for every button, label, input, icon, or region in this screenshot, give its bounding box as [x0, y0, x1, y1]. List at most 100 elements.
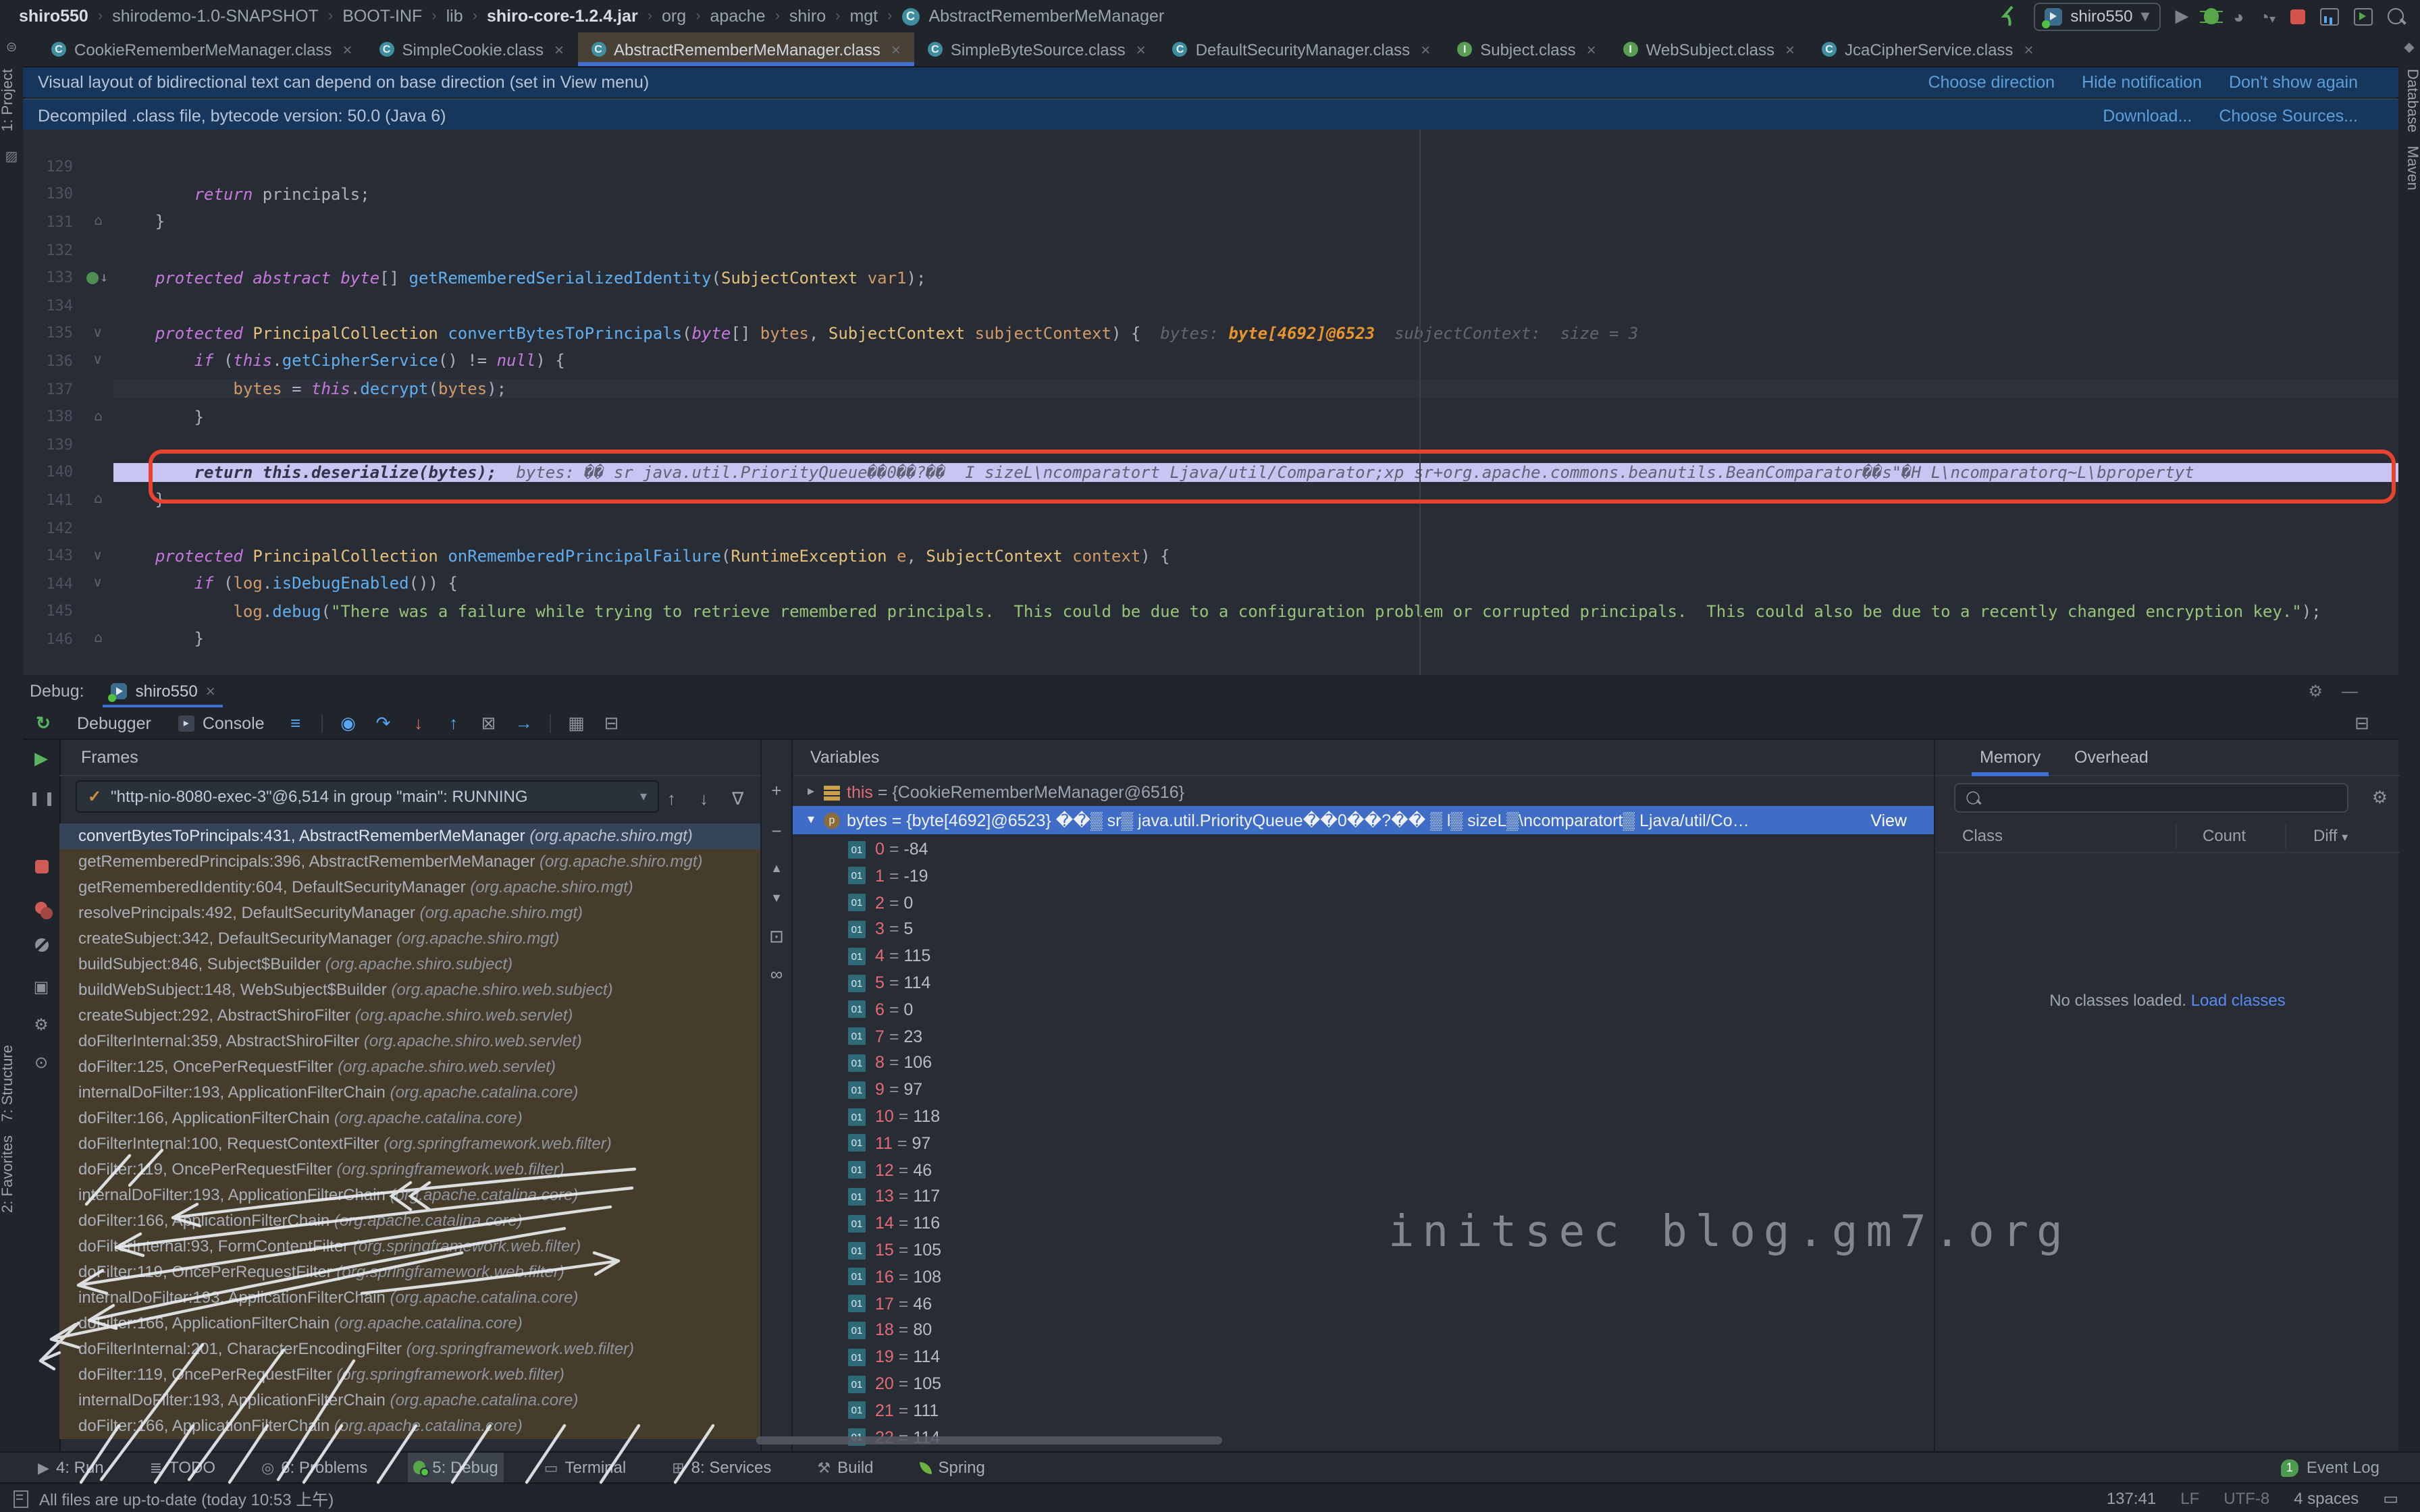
breadcrumb-item[interactable]: mgt [849, 7, 878, 26]
thread-selector[interactable]: ✓ "http-nio-8080-exec-3"@6,514 in group … [76, 780, 659, 813]
code-line[interactable]: 143∨ protected PrincipalCollection onRem… [23, 542, 2398, 570]
evaluate-expression-icon[interactable]: ▦ [559, 712, 594, 734]
breadcrumb[interactable]: shiro550›shirodemo-1.0-SNAPSHOT›BOOT-INF… [0, 7, 1164, 26]
stripe-label[interactable]: Maven [2398, 146, 2420, 190]
profiler-button[interactable]: ◔▾ [2259, 6, 2276, 26]
memory-search-input[interactable] [1954, 783, 2348, 813]
editor-tab[interactable]: CJcaCipherService.class× [1808, 32, 2047, 66]
code-line[interactable]: 138⌂ } [23, 403, 2398, 431]
banner-link[interactable]: Don't show again [2229, 73, 2358, 92]
frame-row[interactable]: createSubject:292, AbstractShiroFilter (… [59, 1003, 760, 1029]
step-into-icon[interactable]: ↓ [401, 713, 436, 733]
stop-icon[interactable] [23, 859, 59, 878]
prev-frame-icon[interactable]: ↑ [667, 788, 676, 809]
close-icon[interactable]: × [1785, 40, 1795, 59]
code-editor[interactable]: 129130 return principals;131⌂ }132133↓ p… [23, 130, 2398, 675]
stop-button[interactable] [2290, 9, 2305, 24]
add-watch-icon[interactable]: + [762, 780, 791, 801]
frame-row[interactable]: doFilter:166, ApplicationFilterChain (or… [59, 1106, 760, 1131]
frame-row[interactable]: doFilter:119, OncePerRequestFilter (org.… [59, 1362, 760, 1388]
fold-end-icon[interactable]: ⌂ [94, 493, 103, 508]
close-icon[interactable]: × [891, 40, 901, 59]
array-item-row[interactable]: 010 = -84 [793, 836, 1934, 863]
array-item-row[interactable]: 0116 = 108 [793, 1264, 1934, 1291]
layout-settings-icon[interactable]: ⊟ [2344, 712, 2379, 734]
frame-row[interactable]: createSubject:342, DefaultSecurityManage… [59, 926, 760, 952]
toolwindow-button-spring[interactable]: Spring [914, 1452, 991, 1483]
frame-row[interactable]: doFilter:119, OncePerRequestFilter (org.… [59, 1157, 760, 1183]
fold-start-icon[interactable]: ∨ [93, 548, 103, 563]
step-over-icon[interactable]: ↷ [366, 712, 401, 734]
navigate-back-icon[interactable] [1997, 5, 2019, 27]
close-icon[interactable]: × [1136, 40, 1146, 59]
breadcrumb-item[interactable]: lib [446, 7, 463, 26]
show-execution-point-icon[interactable]: ◉ [331, 712, 366, 734]
toolwindow-button-services[interactable]: ⊞8: Services [666, 1452, 777, 1483]
banner-link[interactable]: Download... [2103, 106, 2192, 125]
column-class[interactable]: Class [1962, 826, 2003, 845]
close-icon[interactable]: × [554, 40, 564, 59]
status-item[interactable]: LF [2180, 1489, 2199, 1508]
expand-icon[interactable]: ▸ [808, 784, 821, 799]
load-classes-link[interactable]: Load classes [2191, 991, 2286, 1010]
pause-icon[interactable] [23, 791, 59, 810]
step-out-icon[interactable]: ↑ [436, 713, 471, 733]
array-item-row[interactable]: 0112 = 46 [793, 1156, 1934, 1183]
array-item-row[interactable]: 011 = -19 [793, 863, 1934, 890]
frame-row[interactable]: getRememberedIdentity:604, DefaultSecuri… [59, 875, 760, 900]
close-icon[interactable]: × [206, 682, 215, 701]
toolwindow-button-problems[interactable]: ◎6: Problems [256, 1452, 373, 1483]
hide-window-icon[interactable]: — [2342, 682, 2358, 701]
view-value-link[interactable]: View [1870, 811, 1907, 830]
tab-debugger[interactable]: Debugger [63, 713, 165, 732]
array-item-row[interactable]: 019 = 97 [793, 1076, 1934, 1103]
code-line[interactable]: 142 [23, 514, 2398, 541]
memory-settings-icon[interactable]: ⚙ [2372, 787, 2388, 809]
array-item-row[interactable]: 0111 = 97 [793, 1130, 1934, 1157]
debug-button[interactable] [2204, 8, 2219, 24]
variable-row-this[interactable]: ▸ this = {CookieRememberMeManager@6516} [793, 778, 1934, 806]
status-item[interactable]: 4 spaces [2294, 1489, 2359, 1508]
array-item-row[interactable]: 0120 = 105 [793, 1370, 1934, 1397]
rerun-icon[interactable]: ↻ [23, 712, 63, 734]
frame-row[interactable]: internalDoFilter:193, ApplicationFilterC… [59, 1183, 760, 1208]
fold-end-icon[interactable]: ⌂ [94, 632, 103, 647]
fold-start-icon[interactable]: ∨ [93, 326, 103, 341]
array-item-row[interactable]: 018 = 106 [793, 1050, 1934, 1077]
filter-frames-icon[interactable]: ∇ [732, 788, 743, 810]
frame-row[interactable]: buildSubject:846, Subject$Builder (org.a… [59, 952, 760, 977]
array-item-row[interactable]: 016 = 0 [793, 996, 1934, 1023]
code-line[interactable]: 137 bytes = this.decrypt(bytes); [23, 375, 2398, 403]
mute-breakpoints-icon[interactable] [23, 937, 59, 956]
run-dashboard-icon[interactable] [2320, 7, 2339, 25]
services-window-icon[interactable] [2354, 7, 2373, 25]
breadcrumb-class[interactable]: AbstractRememberMeManager [928, 7, 1164, 26]
close-icon[interactable]: × [1587, 40, 1596, 59]
tab-console[interactable]: ▸ Console [165, 713, 278, 732]
breadcrumb-item[interactable]: apache [710, 7, 766, 26]
bookmark-icon[interactable]: ◆ [2398, 40, 2420, 55]
code-line[interactable]: 131⌂ } [23, 208, 2398, 236]
status-item[interactable]: 137:41 [2107, 1489, 2156, 1508]
collapse-icon[interactable]: ▾ [808, 813, 821, 828]
array-item-row[interactable]: 0110 = 118 [793, 1103, 1934, 1130]
code-line[interactable]: 132 [23, 236, 2398, 264]
editor-tab[interactable]: IWebSubject.class× [1610, 32, 1808, 66]
array-item-row[interactable]: 017 = 23 [793, 1023, 1934, 1050]
frame-row[interactable]: doFilterInternal:359, AbstractShiroFilte… [59, 1029, 760, 1054]
frame-row[interactable]: doFilter:125, OncePerRequestFilter (org.… [59, 1054, 760, 1080]
duplicate-icon[interactable]: ⊡ [762, 926, 791, 948]
array-item-row[interactable]: 0119 = 114 [793, 1343, 1934, 1370]
array-item-row[interactable]: 0117 = 46 [793, 1290, 1934, 1317]
array-item-row[interactable]: 014 = 115 [793, 942, 1934, 969]
toolwindow-button-debug[interactable]: 5: Debug [408, 1452, 503, 1483]
layout-icon[interactable]: ≡ [278, 713, 313, 733]
close-icon[interactable]: × [343, 40, 352, 59]
frame-row[interactable]: internalDoFilter:193, ApplicationFilterC… [59, 1388, 760, 1413]
banner-link[interactable]: Choose direction [1928, 73, 2055, 92]
close-icon[interactable]: × [2024, 40, 2033, 59]
code-line[interactable]: 146⌂ } [23, 625, 2398, 653]
watch-return-values-icon[interactable]: ∞ [762, 964, 791, 984]
indicator-icon[interactable]: ▭ [2383, 1489, 2398, 1508]
breadcrumb-item[interactable]: shiro550 [19, 7, 88, 26]
